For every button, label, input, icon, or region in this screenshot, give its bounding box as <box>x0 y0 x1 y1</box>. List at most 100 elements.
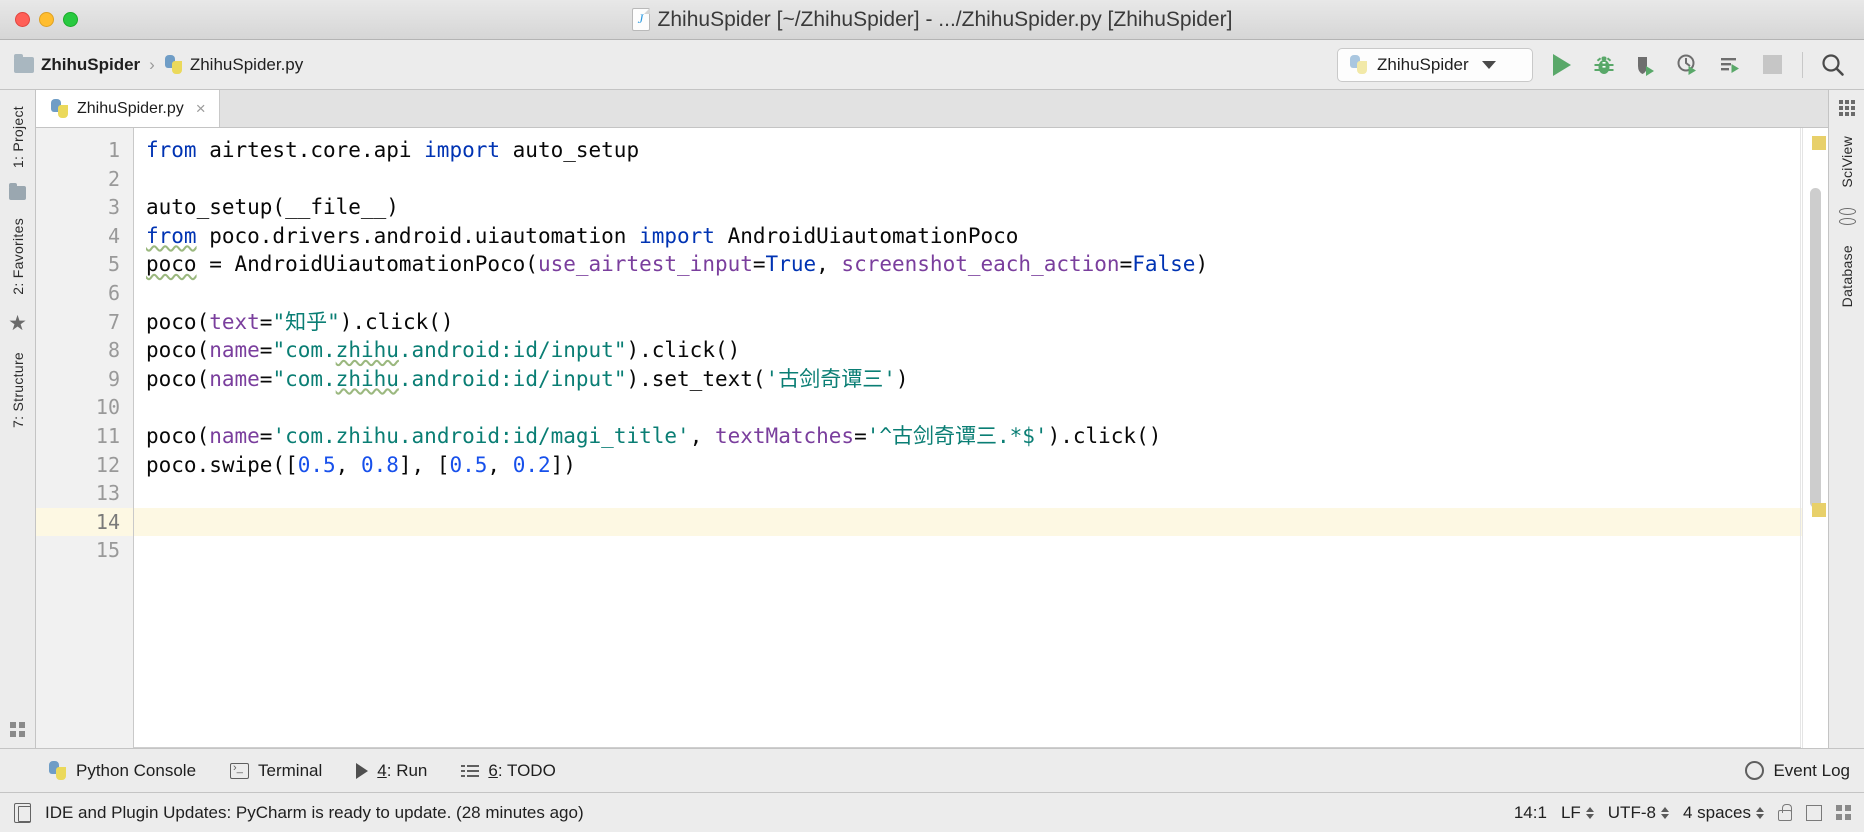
code-line[interactable] <box>134 536 1828 565</box>
notifications-icon[interactable] <box>14 802 31 823</box>
window-title: ZhihuSpider [~/ZhihuSpider] - .../ZhihuS… <box>0 0 1864 39</box>
breadcrumb-separator: › <box>149 54 155 74</box>
sidebar-item-favorites[interactable]: 2: Favorites <box>10 212 26 301</box>
stop-button[interactable] <box>1753 46 1791 84</box>
scrollbar-thumb[interactable] <box>1810 188 1821 508</box>
breadcrumb-item-file[interactable]: ZhihuSpider.py <box>159 53 303 75</box>
caret-position[interactable]: 14:1 <box>1514 803 1547 823</box>
code-token: = <box>259 309 273 334</box>
run-with-console-button[interactable] <box>1711 46 1749 84</box>
window-controls <box>0 12 78 27</box>
code-line[interactable]: poco(name="com.zhihu.android:id/input").… <box>134 336 1828 365</box>
code-line[interactable]: poco.swipe([0.5, 0.8], [0.5, 0.2]) <box>134 451 1828 480</box>
code-token: zhihu <box>335 338 399 363</box>
more-tool-windows-icon[interactable] <box>9 722 26 738</box>
sidebar-item-project[interactable]: 1: Project <box>10 100 26 174</box>
close-window-button[interactable] <box>15 12 30 27</box>
run-with-coverage-button[interactable] <box>1627 46 1665 84</box>
line-number: 11 <box>95 423 120 448</box>
sidebar-item-structure[interactable]: 7: Structure <box>10 346 26 434</box>
code-token: from <box>146 138 197 162</box>
code-token: = <box>259 338 273 363</box>
error-stripe-marker[interactable] <box>1812 136 1826 150</box>
code-token: text <box>209 309 260 334</box>
code-line[interactable]: poco = AndroidUiautomationPoco(use_airte… <box>134 250 1828 279</box>
code-token: 'com.zhihu.android:id/magi_title' <box>272 423 690 448</box>
memory-indicator-icon[interactable] <box>1806 804 1822 821</box>
code-line[interactable] <box>134 393 1828 422</box>
code-token: '古剑奇谭三' <box>765 366 896 391</box>
line-number: 6 <box>107 280 120 305</box>
code-token: , <box>487 452 513 477</box>
status-bar: IDE and Plugin Updates: PyCharm is ready… <box>0 792 1864 832</box>
tool-window-label: : TODO <box>497 760 556 780</box>
lock-icon[interactable] <box>1778 803 1792 821</box>
code-token: poco( <box>146 338 210 363</box>
editor-edge-divider <box>1800 128 1801 748</box>
clock-icon <box>1677 54 1696 75</box>
indent-selector[interactable]: 4 spaces <box>1683 803 1764 823</box>
code-editor[interactable]: 1 2 3 4 5 6 7 8 9 10 11 12 13 14 15 from airtest.core.… <box>36 128 1828 748</box>
code-line[interactable] <box>134 507 1828 537</box>
encoding-selector[interactable]: UTF-8 <box>1608 803 1669 823</box>
database-icon[interactable] <box>1839 207 1856 225</box>
code-line[interactable]: poco(text="知乎").click() <box>134 308 1828 337</box>
run-configuration-selector[interactable]: ZhihuSpider <box>1337 47 1533 82</box>
editor-tab-zhihuspider[interactable]: ZhihuSpider.py × <box>36 90 220 127</box>
code-token: from <box>146 223 197 248</box>
search-everywhere-button[interactable] <box>1814 46 1852 84</box>
run-list-icon <box>1721 57 1739 73</box>
close-icon[interactable]: × <box>196 100 206 117</box>
line-number-gutter: 1 2 3 4 5 6 7 8 9 10 11 12 13 14 15 <box>36 128 134 748</box>
chevron-updown-icon <box>1585 806 1594 819</box>
code-line[interactable] <box>134 165 1828 194</box>
code-line[interactable]: poco(name="com.zhihu.android:id/input").… <box>134 365 1828 394</box>
code-line[interactable]: auto_setup(__file__) <box>134 193 1828 222</box>
code-line[interactable]: from airtest.core.api import auto_setup <box>134 136 1828 165</box>
folder-icon[interactable] <box>9 183 26 201</box>
code-token: "com. <box>272 366 336 391</box>
ide-body: 1: Project 2: Favorites ★ 7: Structure Z… <box>0 90 1864 748</box>
folder-icon <box>14 53 34 73</box>
code-token: poco( <box>146 309 210 334</box>
code-line[interactable] <box>134 279 1828 308</box>
editor-tab-bar: ZhihuSpider.py × <box>36 90 1828 128</box>
sidebar-item-sciview[interactable]: SciView <box>1839 130 1855 194</box>
python-file-icon <box>631 8 650 31</box>
tool-window-python-console[interactable]: Python Console <box>48 761 196 781</box>
grid-icon[interactable] <box>1838 100 1855 116</box>
code-token: = <box>259 366 273 391</box>
code-line[interactable] <box>134 479 1828 508</box>
minimize-window-button[interactable] <box>39 12 54 27</box>
code-content[interactable]: from airtest.core.api import auto_setup … <box>134 128 1828 748</box>
search-icon <box>1822 53 1844 76</box>
code-token: = <box>259 423 273 448</box>
circle-icon <box>1745 761 1765 780</box>
sidebar-item-database[interactable]: Database <box>1839 239 1855 313</box>
zoom-window-button[interactable] <box>63 12 78 27</box>
toolbar-divider <box>1802 51 1803 78</box>
tool-window-todo[interactable]: 6: TODO <box>461 760 556 781</box>
code-token: airtest.core.api <box>196 138 425 162</box>
tool-window-event-log[interactable]: Event Log <box>1745 761 1850 781</box>
line-number: 12 <box>95 452 120 477</box>
editor-vertical-scrollbar[interactable] <box>1802 128 1828 748</box>
code-line[interactable]: from poco.drivers.android.uiautomation i… <box>134 222 1828 251</box>
code-line[interactable]: poco(name='com.zhihu.android:id/magi_tit… <box>134 422 1828 451</box>
debug-button[interactable] <box>1585 46 1623 84</box>
profile-button[interactable] <box>1669 46 1707 84</box>
line-separator-selector[interactable]: LF <box>1561 803 1594 823</box>
editor-bottom-divider <box>134 747 1801 748</box>
breadcrumb-label-project: ZhihuSpider <box>41 54 141 74</box>
code-token: zhihu <box>335 366 399 391</box>
tool-window-terminal[interactable]: Terminal <box>230 761 322 781</box>
breadcrumb-item-project[interactable]: ZhihuSpider <box>14 53 141 75</box>
run-button[interactable] <box>1543 46 1581 84</box>
star-icon[interactable]: ★ <box>8 313 27 334</box>
tool-window-run[interactable]: 4: Run <box>356 761 427 781</box>
drag-handle-icon[interactable] <box>1836 804 1852 821</box>
error-stripe-marker[interactable] <box>1812 503 1826 517</box>
code-token: True <box>765 252 817 277</box>
code-token: textMatches <box>714 423 855 448</box>
code-token: False <box>1132 252 1196 277</box>
